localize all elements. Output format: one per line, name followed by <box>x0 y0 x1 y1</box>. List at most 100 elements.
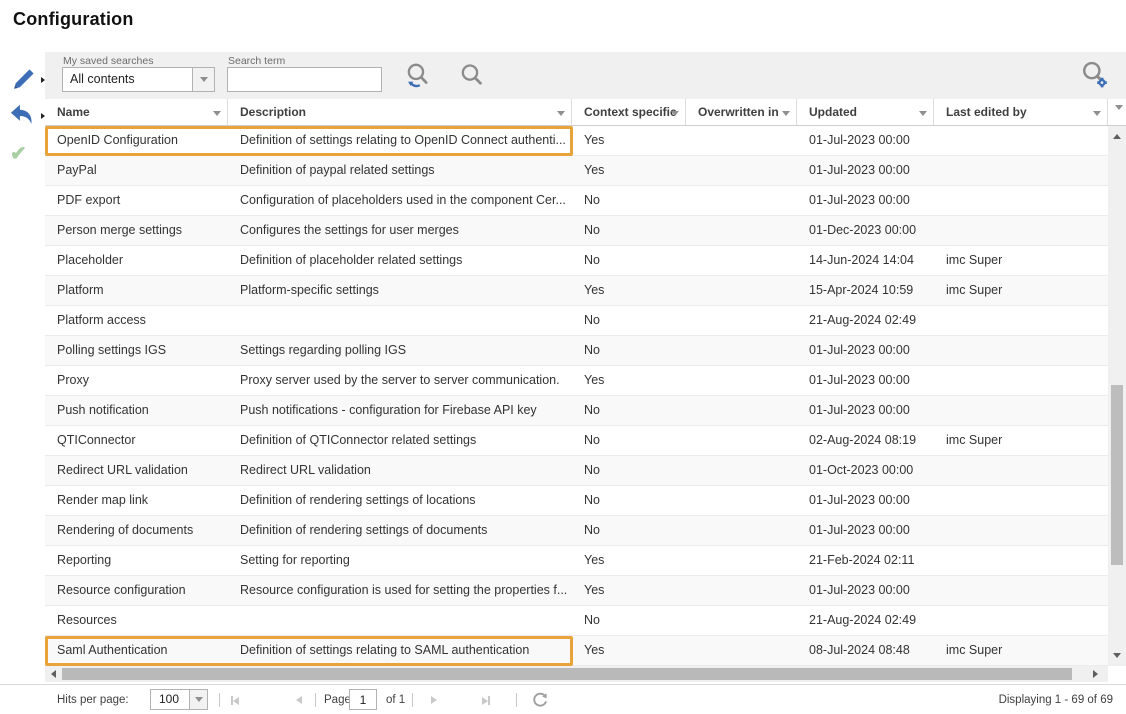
column-header-last-edited-by[interactable]: Last edited by <box>934 99 1108 125</box>
scroll-up-icon[interactable] <box>1113 134 1121 139</box>
cell-overwritten-in <box>686 636 797 665</box>
table-row[interactable]: Polling settings IGSSettings regarding p… <box>45 336 1108 366</box>
column-header-updated[interactable]: Updated <box>797 99 934 125</box>
table-row[interactable]: Person merge settingsConfigures the sett… <box>45 216 1108 246</box>
column-header-name[interactable]: Name <box>45 99 228 125</box>
column-menu-trigger[interactable] <box>782 110 790 125</box>
cell-name: Person merge settings <box>45 216 228 245</box>
first-page-icon <box>233 697 239 705</box>
cell-overwritten-in <box>686 456 797 485</box>
table-row[interactable]: ProxyProxy server used by the server to … <box>45 366 1108 396</box>
cell-last-edited-by: imc Super <box>934 276 1108 305</box>
edit-button[interactable] <box>11 66 37 97</box>
cell-description: Configures the settings for user merges <box>228 216 572 245</box>
vertical-scrollbar-thumb[interactable] <box>1111 385 1123 565</box>
table-row[interactable]: ResourcesNo21-Aug-2024 02:49 <box>45 606 1108 636</box>
saved-searches-combo[interactable]: All contents <box>62 67 215 92</box>
column-menu-trigger[interactable] <box>213 110 221 125</box>
column-menu-trigger[interactable] <box>671 110 679 125</box>
column-header-spacer[interactable] <box>1108 99 1126 125</box>
last-page-button[interactable] <box>482 696 490 705</box>
separator <box>412 693 413 707</box>
table-row[interactable]: PlaceholderDefinition of placeholder rel… <box>45 246 1108 276</box>
hits-per-page-combo[interactable]: 100 <box>150 689 208 710</box>
cell-name: Render map link <box>45 486 228 515</box>
table-row[interactable]: ReportingSetting for reportingYes21-Feb-… <box>45 546 1108 576</box>
refresh-button[interactable] <box>532 692 548 711</box>
saved-searches-trigger[interactable] <box>192 68 214 91</box>
cell-last-edited-by <box>934 486 1108 515</box>
hits-per-page-trigger[interactable] <box>189 690 207 709</box>
scroll-right-icon[interactable] <box>1093 670 1098 678</box>
cell-updated: 01-Oct-2023 00:00 <box>797 456 934 485</box>
cell-context-specific: No <box>572 456 686 485</box>
previous-page-button[interactable] <box>296 696 302 704</box>
reset-search-button[interactable] <box>403 61 433 96</box>
reset-search-icon <box>403 61 433 91</box>
table-row[interactable]: Render map linkDefinition of rendering s… <box>45 486 1108 516</box>
cell-last-edited-by <box>934 186 1108 215</box>
cell-name: Resources <box>45 606 228 635</box>
cell-last-edited-by: imc Super <box>934 246 1108 275</box>
search-term-input[interactable] <box>227 67 382 92</box>
cell-name: OpenID Configuration <box>45 126 228 155</box>
cell-overwritten-in <box>686 396 797 425</box>
table-row[interactable]: PayPalDefinition of paypal related setti… <box>45 156 1108 186</box>
saved-searches-value: All contents <box>63 68 192 91</box>
cell-description: Platform-specific settings <box>228 276 572 305</box>
table-row[interactable]: PlatformPlatform-specific settingsYes15-… <box>45 276 1108 306</box>
horizontal-scrollbar-thumb[interactable] <box>62 668 1072 680</box>
cell-overwritten-in <box>686 426 797 455</box>
table-row[interactable]: Platform accessNo21-Aug-2024 02:49 <box>45 306 1108 336</box>
vertical-scrollbar[interactable] <box>1108 126 1126 666</box>
cell-description: Definition of settings relating to OpenI… <box>228 126 572 155</box>
table-row[interactable]: QTIConnectorDefinition of QTIConnector r… <box>45 426 1108 456</box>
scroll-down-icon[interactable] <box>1113 653 1121 658</box>
table-row[interactable]: Redirect URL validationRedirect URL vali… <box>45 456 1108 486</box>
cell-context-specific: No <box>572 306 686 335</box>
cell-updated: 01-Dec-2023 00:00 <box>797 216 934 245</box>
cell-overwritten-in <box>686 186 797 215</box>
column-header-context-specific[interactable]: Context specific <box>572 99 686 125</box>
cell-name: Reporting <box>45 546 228 575</box>
hits-per-page-label: Hits per page: <box>57 685 129 714</box>
search-button[interactable] <box>457 61 487 96</box>
first-page-button[interactable] <box>231 696 239 705</box>
cell-last-edited-by: imc Super <box>934 426 1108 455</box>
next-page-button[interactable] <box>431 696 437 704</box>
table-row[interactable]: Resource configurationResource configura… <box>45 576 1108 606</box>
refresh-icon <box>532 692 548 708</box>
cell-name: Polling settings IGS <box>45 336 228 365</box>
column-header-description[interactable]: Description <box>228 99 572 125</box>
cell-overwritten-in <box>686 126 797 155</box>
cell-context-specific: No <box>572 486 686 515</box>
table-row[interactable]: Rendering of documentsDefinition of rend… <box>45 516 1108 546</box>
cell-last-edited-by <box>934 546 1108 575</box>
cell-description: Definition of placeholder related settin… <box>228 246 572 275</box>
cell-description: Definition of rendering settings of docu… <box>228 516 572 545</box>
page-number-input[interactable] <box>349 689 377 710</box>
cell-overwritten-in <box>686 486 797 515</box>
cell-updated: 01-Jul-2023 00:00 <box>797 576 934 605</box>
column-menu-trigger[interactable] <box>557 110 565 125</box>
cell-description: Resource configuration is used for setti… <box>228 576 572 605</box>
search-settings-button[interactable] <box>1078 59 1110 96</box>
column-label: Updated <box>809 105 857 119</box>
cell-last-edited-by <box>934 216 1108 245</box>
cell-description: Settings regarding polling IGS <box>228 336 572 365</box>
column-menu-trigger[interactable] <box>919 110 927 125</box>
column-menu-trigger[interactable] <box>1093 110 1101 125</box>
cell-last-edited-by <box>934 156 1108 185</box>
table-row[interactable]: PDF exportConfiguration of placeholders … <box>45 186 1108 216</box>
cell-name: PayPal <box>45 156 228 185</box>
cell-updated: 01-Jul-2023 00:00 <box>797 186 934 215</box>
separator <box>315 693 316 707</box>
table-row[interactable]: OpenID ConfigurationDefinition of settin… <box>45 126 1108 156</box>
horizontal-scrollbar[interactable] <box>45 666 1108 682</box>
table-row[interactable]: Saml AuthenticationDefinition of setting… <box>45 636 1108 666</box>
table-row[interactable]: Push notificationPush notifications - co… <box>45 396 1108 426</box>
cell-name: Placeholder <box>45 246 228 275</box>
undo-button[interactable] <box>8 102 36 133</box>
column-header-overwritten-in[interactable]: Overwritten in <box>686 99 797 125</box>
scroll-left-icon[interactable] <box>51 670 56 678</box>
